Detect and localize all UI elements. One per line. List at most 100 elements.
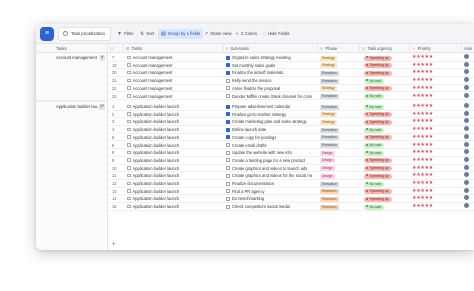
hide-fields-button[interactable]: ◌ Hide Fields <box>260 29 292 39</box>
assignee-cell[interactable] <box>462 180 474 188</box>
group-by-button[interactable]: ▤ Group by 1 fields <box>158 29 204 39</box>
row-checkbox[interactable] <box>127 189 131 193</box>
subtask-cell[interactable]: Find a PR agency <box>224 188 312 196</box>
task-cell[interactable]: Account management <box>124 69 194 77</box>
subtask-cell[interactable]: Finalize the kickoff materials <box>224 69 312 77</box>
view-tab-task-prioritization[interactable]: Task prioritization <box>58 27 111 41</box>
priority-rating[interactable]: ★★★★★ <box>410 149 460 157</box>
task-cell[interactable]: Account management <box>124 93 194 101</box>
phase-cell[interactable]: Execution <box>318 69 356 77</box>
phase-cell[interactable]: Execution <box>318 142 356 150</box>
urgency-cell[interactable]: Speeding up <box>361 188 409 196</box>
urgency-cell[interactable]: No rush <box>361 149 409 157</box>
phase-cell[interactable]: Execution <box>318 126 356 134</box>
subtask-checkbox[interactable] <box>226 166 230 171</box>
assignee-column-header[interactable]: Assi <box>462 44 474 53</box>
subtask-checkbox[interactable] <box>226 70 230 75</box>
filter-button[interactable]: ▼ Filter <box>114 29 137 39</box>
priority-rating[interactable]: ★★★★★ <box>410 165 460 173</box>
subtasks-column-header[interactable]: ≡ Sub-tasks <box>224 44 318 53</box>
table-row[interactable]: 11 Application builder launch Create graph… <box>108 172 474 180</box>
task-cell[interactable]: Account management <box>124 85 194 93</box>
row-checkbox[interactable] <box>127 119 131 124</box>
row-checkbox[interactable] <box>127 166 131 170</box>
priority-star-icon[interactable]: ★ <box>429 93 434 99</box>
urgency-cell[interactable]: Speeding up <box>361 54 409 62</box>
subtask-cell[interactable]: Annie finalize the proposal <box>224 85 312 93</box>
task-cell[interactable]: Application builder launch <box>124 111 194 119</box>
group-item-account-management[interactable]: Account management 6 <box>36 54 108 62</box>
priority-rating[interactable]: ★★★★★ <box>410 103 460 111</box>
table-row[interactable]: 1 Application builder launch Prepare adver… <box>108 103 474 111</box>
subtask-cell[interactable]: Prepare advertisement calendar <box>224 103 312 111</box>
assignee-cell[interactable] <box>462 156 474 165</box>
urgency-cell[interactable]: Speeding up <box>361 85 409 93</box>
table-row[interactable]: 9 Application builder launch Create a land… <box>108 156 474 165</box>
subtask-cell[interactable]: Finalize documentation <box>224 180 312 188</box>
assignee-cell[interactable] <box>462 203 474 211</box>
priority-rating[interactable]: ★★★★★ <box>410 203 460 211</box>
assignee-cell[interactable] <box>462 118 474 126</box>
group-item-application-builder-launch[interactable]: Application builder lau... 17 <box>36 103 108 111</box>
priority-rating[interactable]: ★★★★★ <box>410 172 460 180</box>
assignee-cell[interactable] <box>462 195 474 203</box>
assignee-cell[interactable] <box>462 61 474 70</box>
table-row[interactable]: 7 Account management Organize sales strate… <box>108 54 474 62</box>
table-row[interactable]: 12 Application builder launch Finalize doc… <box>108 180 474 188</box>
row-checkbox[interactable] <box>127 150 131 155</box>
app-menu-icon[interactable]: ≡ <box>40 27 54 41</box>
phase-cell[interactable]: Design <box>318 172 356 180</box>
priority-star-icon[interactable]: ★ <box>429 180 434 186</box>
urgency-cell[interactable]: Speeding up <box>361 118 409 126</box>
subtask-checkbox[interactable] <box>226 150 230 155</box>
assignee-cell[interactable] <box>462 103 474 111</box>
subtask-cell[interactable]: Create marketing plan and sales strategy <box>224 118 312 126</box>
row-checkbox[interactable] <box>127 104 131 108</box>
tasks-column-header[interactable]: ⊞ Tasks <box>124 44 224 53</box>
priority-rating[interactable]: ★★★★★ <box>410 195 460 203</box>
subtask-checkbox[interactable] <box>226 55 230 60</box>
subtask-cell[interactable]: Organize sales strategy meeting <box>224 54 312 62</box>
table-row[interactable]: 19 Account management Set monthly sales go… <box>108 61 474 70</box>
phase-column-header[interactable]: ⊙ Phase <box>318 44 360 53</box>
subtask-checkbox[interactable] <box>226 112 230 117</box>
subtask-checkbox[interactable] <box>226 196 230 201</box>
subtask-checkbox[interactable] <box>226 204 230 209</box>
phase-cell[interactable]: Execution <box>318 134 356 142</box>
task-cell[interactable]: Application builder launch <box>124 195 194 203</box>
table-row[interactable]: 6 Application builder launch Create email … <box>108 141 474 150</box>
urgency-column-header[interactable]: ⊙ Task urgency <box>360 44 410 53</box>
phase-cell[interactable]: Strategy <box>318 54 356 62</box>
assignee-cell[interactable] <box>462 149 474 157</box>
table-row[interactable]: 10 Application builder launch Create graph… <box>108 164 474 173</box>
urgency-cell[interactable]: No rush <box>361 126 409 134</box>
subtask-checkbox[interactable] <box>226 181 230 186</box>
row-checkbox[interactable] <box>127 112 131 116</box>
phase-cell[interactable]: Execution <box>318 180 356 188</box>
add-row-button[interactable]: + <box>108 241 474 250</box>
priority-star-icon[interactable]: ★ <box>429 126 434 132</box>
subtask-cell[interactable]: Create copy for postings <box>224 134 312 142</box>
priority-star-icon[interactable]: ★ <box>429 149 434 155</box>
priority-star-icon[interactable]: ★ <box>429 157 434 163</box>
subtask-cell[interactable]: Check competitors social media <box>224 203 312 211</box>
task-cell[interactable]: Application builder launch <box>124 149 194 157</box>
subtask-checkbox[interactable] <box>226 173 230 178</box>
priority-star-icon[interactable]: ★ <box>429 85 434 91</box>
priority-rating[interactable]: ★★★★★ <box>410 157 460 165</box>
urgency-cell[interactable]: No rush <box>361 203 409 211</box>
table-row[interactable]: 8 Application builder launch Update the we… <box>108 149 474 157</box>
subtask-cell[interactable]: Define launch date <box>224 126 312 134</box>
task-cell[interactable]: Application builder launch <box>124 172 194 180</box>
row-checkbox[interactable] <box>127 173 131 178</box>
priority-rating[interactable]: ★★★★★ <box>410 118 460 126</box>
priority-rating[interactable]: ★★★★★ <box>410 188 460 196</box>
subtask-checkbox[interactable] <box>226 94 230 98</box>
group-column-header[interactable]: Tasks <box>36 44 108 53</box>
colors-button[interactable]: ◐ 2 Colors <box>233 29 260 39</box>
phase-cell[interactable]: Strategy <box>318 118 356 126</box>
assignee-cell[interactable] <box>462 164 474 173</box>
table-row[interactable]: 3 Application builder launch Create market… <box>108 118 474 127</box>
task-cell[interactable]: Application builder launch <box>124 157 194 165</box>
subtask-cell[interactable]: Kelly send the invoice <box>224 77 312 85</box>
